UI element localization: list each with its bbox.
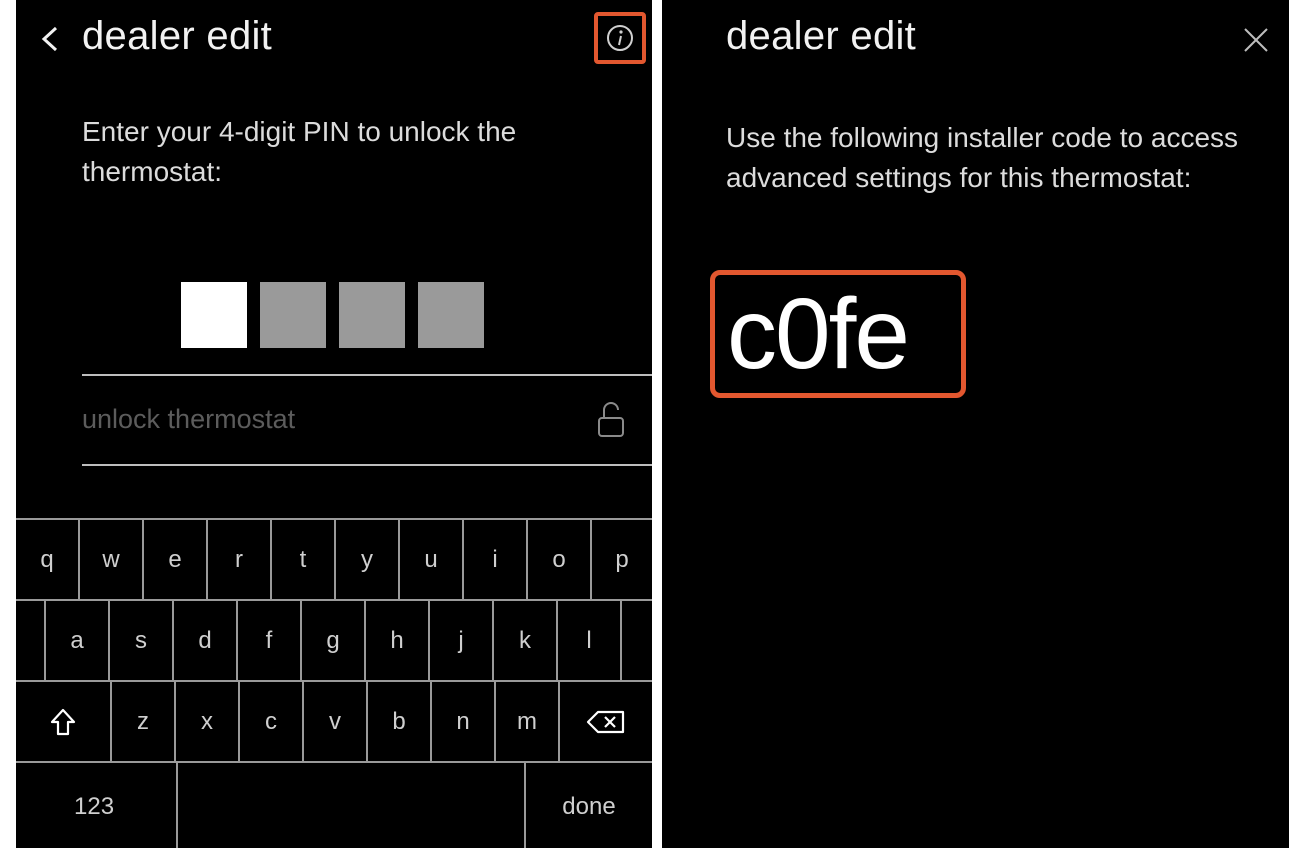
page-title: dealer edit — [82, 14, 273, 58]
installer-code-highlight: c0fe — [710, 270, 966, 398]
key-d[interactable]: d — [174, 601, 238, 681]
keyboard-row-2: a s d f g h j k l — [16, 599, 652, 681]
info-icon — [607, 25, 633, 51]
key-l[interactable]: l — [558, 601, 622, 681]
unlock-thermostat-button[interactable]: unlock thermostat — [82, 404, 295, 435]
key-g[interactable]: g — [302, 601, 366, 681]
installer-code-prompt: Use the following installer code to acce… — [726, 122, 1239, 193]
key-spacer-right — [622, 601, 652, 681]
key-j[interactable]: j — [430, 601, 494, 681]
installer-code-screen: dealer edit Use the following installer … — [662, 0, 1289, 848]
key-r[interactable]: r — [208, 520, 272, 600]
key-y[interactable]: y — [336, 520, 400, 600]
page-title: dealer edit — [726, 14, 917, 58]
numbers-key[interactable]: 123 — [16, 763, 178, 848]
pin-entry-screen: dealer edit Enter your 4-digit PIN to un… — [16, 0, 652, 848]
unlock-icon — [598, 402, 624, 437]
key-q[interactable]: q — [16, 520, 80, 600]
on-screen-keyboard: q w e r t y u i o p a s d f g h j k l z … — [16, 518, 652, 848]
shift-icon — [50, 708, 76, 736]
info-button[interactable] — [594, 12, 646, 64]
key-h[interactable]: h — [366, 601, 430, 681]
key-m[interactable]: m — [496, 682, 560, 762]
chevron-left-icon[interactable] — [38, 22, 62, 56]
pin-prompt: Enter your 4-digit PIN to unlock the the… — [82, 116, 517, 187]
key-b[interactable]: b — [368, 682, 432, 762]
divider-top — [82, 374, 652, 376]
pin-digit-3[interactable] — [339, 282, 405, 348]
key-f[interactable]: f — [238, 601, 302, 681]
key-z[interactable]: z — [112, 682, 176, 762]
pin-digit-2[interactable] — [260, 282, 326, 348]
key-s[interactable]: s — [110, 601, 174, 681]
keyboard-row-3: z x c v b n m — [16, 680, 652, 762]
pin-digit-1[interactable] — [181, 282, 247, 348]
divider-bottom — [82, 464, 652, 466]
installer-code: c0fe — [727, 278, 910, 390]
key-u[interactable]: u — [400, 520, 464, 600]
key-v[interactable]: v — [304, 682, 368, 762]
key-c[interactable]: c — [240, 682, 304, 762]
key-p[interactable]: p — [592, 520, 652, 600]
space-key[interactable] — [178, 763, 526, 848]
keyboard-row-4: 123 done — [16, 761, 652, 848]
keyboard-row-1: q w e r t y u i o p — [16, 518, 652, 600]
key-a[interactable]: a — [46, 601, 110, 681]
done-key[interactable]: done — [526, 763, 652, 848]
pin-digit-4[interactable] — [418, 282, 484, 348]
key-i[interactable]: i — [464, 520, 528, 600]
backspace-icon — [586, 710, 625, 734]
pin-input[interactable] — [181, 282, 484, 348]
key-o[interactable]: o — [528, 520, 592, 600]
key-e[interactable]: e — [144, 520, 208, 600]
key-k[interactable]: k — [494, 601, 558, 681]
key-x[interactable]: x — [176, 682, 240, 762]
backspace-key[interactable] — [560, 682, 652, 762]
shift-key[interactable] — [16, 682, 112, 762]
close-icon[interactable] — [1242, 26, 1270, 54]
key-n[interactable]: n — [432, 682, 496, 762]
key-t[interactable]: t — [272, 520, 336, 600]
key-spacer-left — [16, 601, 46, 681]
key-w[interactable]: w — [80, 520, 144, 600]
